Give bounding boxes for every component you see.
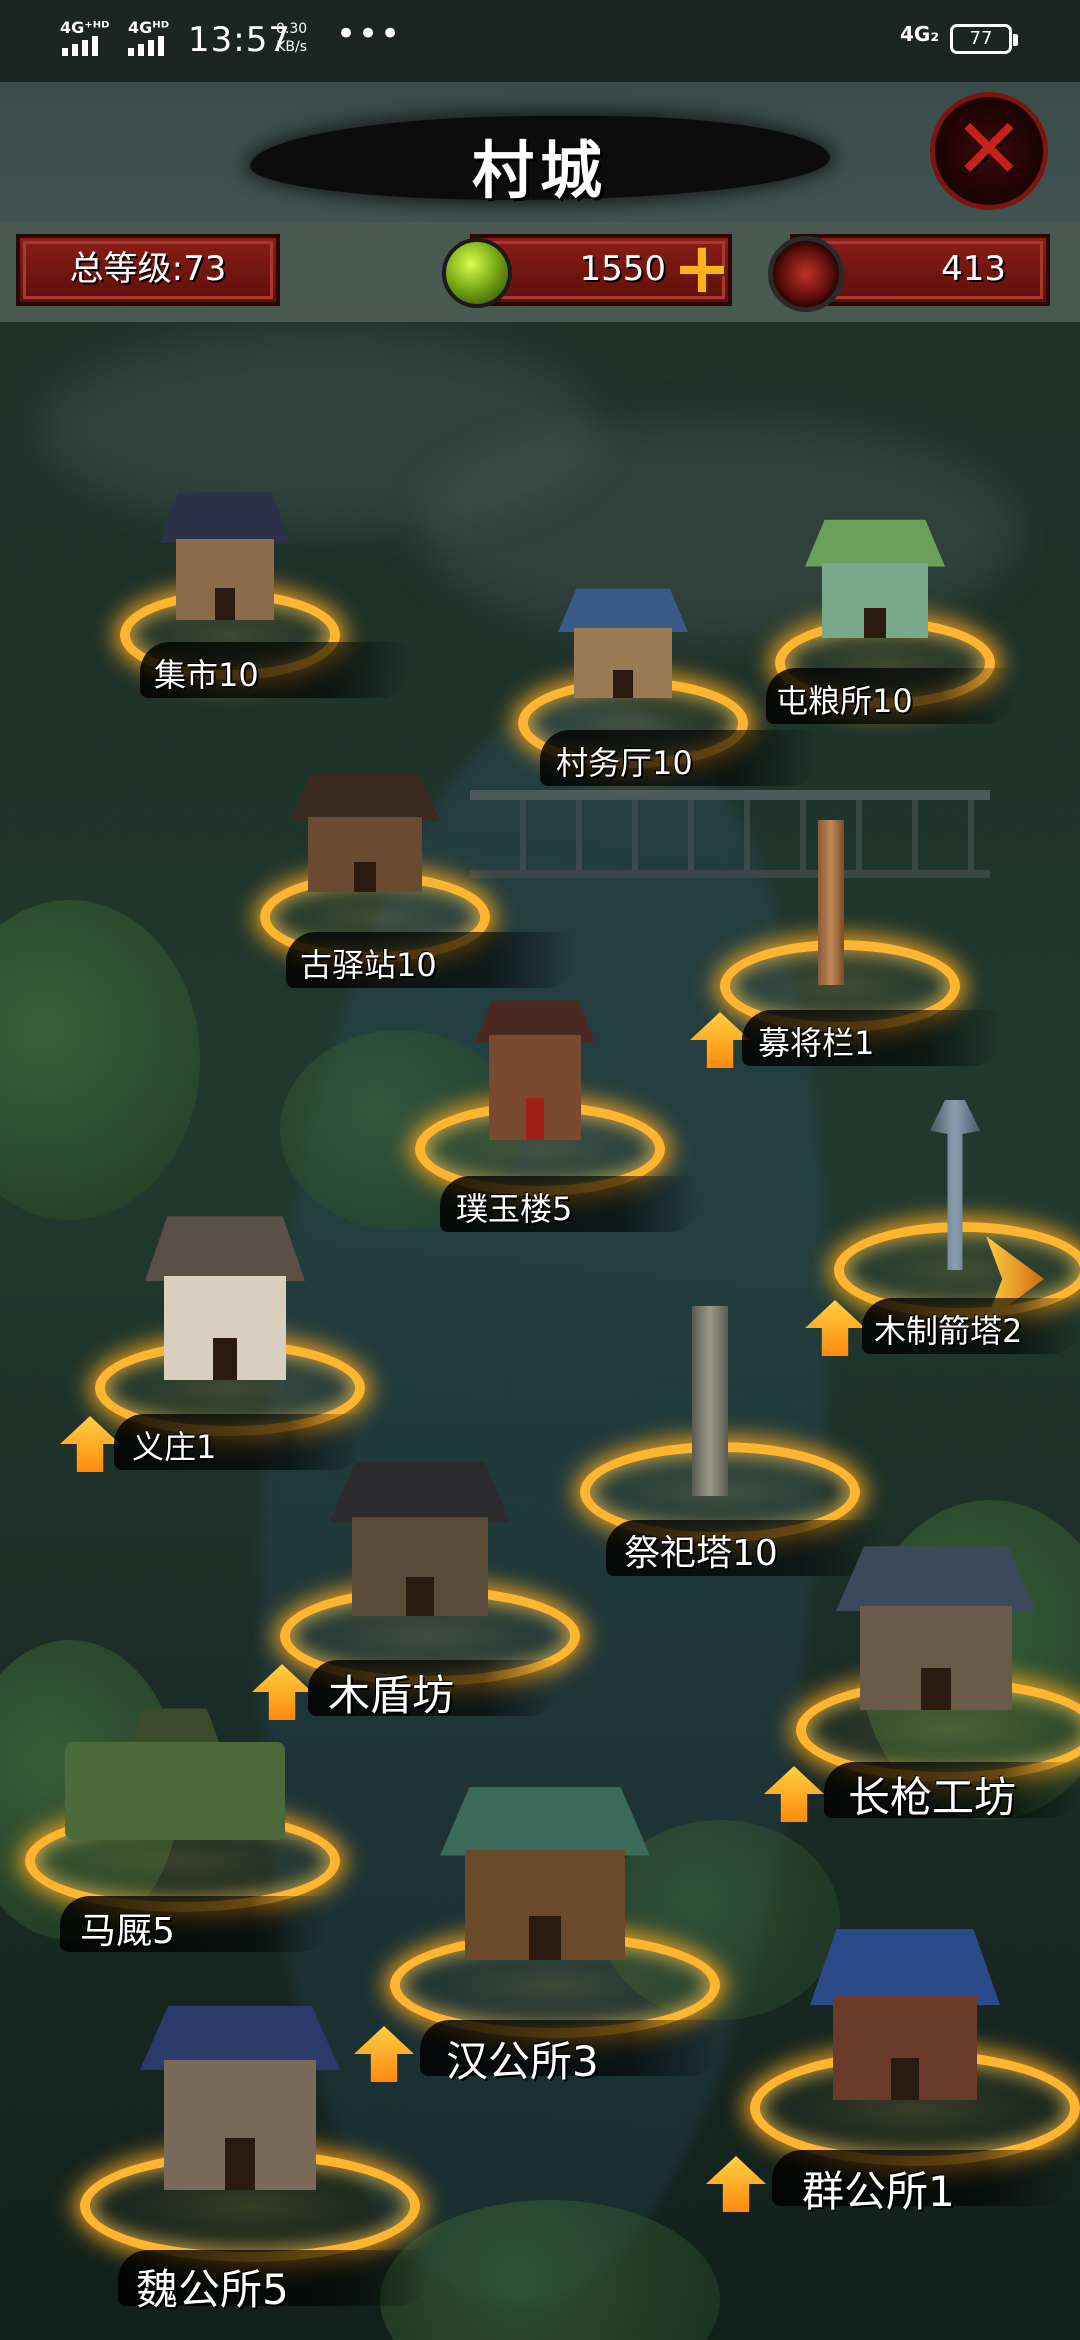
tree-cluster (0, 900, 200, 1220)
building-sacrifice-tower[interactable] (580, 1306, 860, 1542)
red-medallion-icon (768, 236, 844, 312)
resource-bar: 总等级:73 1550 + 413 (0, 222, 1080, 322)
building-wooden-arrow-tower[interactable] (834, 1100, 1080, 1318)
total-level-badge: 总等级:73 (16, 234, 280, 306)
building-label: 募将栏1 (758, 1024, 875, 1062)
building-jade-tower[interactable] (415, 990, 665, 1196)
building-label: 木制箭塔2 (874, 1312, 1023, 1350)
network-type: 4G₂ (900, 22, 940, 46)
charity-house-building-icon (145, 1200, 305, 1380)
building-label: 屯粮所10 (776, 682, 913, 720)
signal-label-2: 4Gᴴᴰ (128, 18, 170, 37)
market-building-icon (160, 480, 290, 620)
signal-bars-2-icon (128, 36, 164, 56)
village-hall-building-icon (558, 578, 688, 698)
battery-icon: 77 (950, 24, 1018, 54)
building-label: 集市10 (154, 656, 259, 694)
granary-building-icon (805, 508, 945, 638)
speed-unit: KB/s (276, 39, 307, 55)
building-stable[interactable] (25, 1680, 340, 1912)
building-label: 璞玉楼5 (456, 1190, 573, 1228)
building-label: 祭祀塔10 (624, 1533, 778, 1574)
building-wei-office[interactable] (80, 1990, 420, 2262)
building-village-hall[interactable] (518, 568, 748, 768)
building-label: 木盾坊 (328, 1671, 455, 1720)
building-label: 古驿站10 (300, 946, 437, 984)
signal-bars-1-icon (62, 36, 98, 56)
network-speed: 0.30 KB/s (276, 20, 307, 56)
building-label: 群公所1 (802, 2167, 955, 2216)
building-qun-office[interactable] (750, 1910, 1080, 2170)
close-button[interactable]: ✕ (930, 92, 1048, 210)
building-label: 村务厅10 (556, 744, 693, 782)
recruit-pillar-icon (818, 820, 844, 985)
page-title: 村城 (471, 134, 608, 207)
add-coins-button[interactable]: + (672, 233, 732, 303)
system-status-bar: 4G⁺ᴴᴰ 4Gᴴᴰ 13:57 0.30 KB/s ••• 4G₂ 77 (0, 0, 1080, 82)
shield-workshop-building-icon (330, 1446, 510, 1616)
han-office-building-icon (440, 1770, 650, 1960)
green-orb-icon (442, 238, 512, 308)
building-wooden-shield-workshop[interactable] (280, 1446, 580, 1686)
speed-value: 0.30 (276, 21, 308, 37)
qun-office-building-icon (810, 1910, 1000, 2100)
building-charity-house[interactable] (95, 1200, 365, 1436)
sacrifice-pillar-icon (692, 1306, 728, 1496)
building-granary[interactable] (775, 508, 995, 708)
building-ancient-post[interactable] (260, 762, 490, 962)
plus-icon: + (672, 227, 732, 309)
stable-building-icon (65, 1700, 285, 1840)
jade-tower-building-icon (475, 990, 595, 1140)
title-bar: 村城 ✕ (0, 82, 1080, 222)
close-x-icon: ✕ (953, 100, 1025, 198)
building-recruit-post[interactable] (720, 820, 960, 1032)
signal-label-1: 4G⁺ᴴᴰ (60, 18, 110, 37)
building-market[interactable] (120, 470, 340, 680)
battery-level: 77 (969, 28, 993, 49)
building-label: 长枪工坊 (848, 1773, 1017, 1822)
more-notifications-icon: ••• (336, 14, 403, 54)
building-spear-workshop[interactable] (796, 1530, 1080, 1782)
building-han-office[interactable] (390, 1770, 720, 2038)
wei-office-fortress-icon (140, 1990, 340, 2190)
post-station-building-icon (290, 762, 440, 892)
building-label: 魏公所5 (136, 2265, 289, 2314)
building-label: 马厩5 (80, 1911, 175, 1952)
building-label: 义庄1 (132, 1428, 217, 1466)
spear-workshop-building-icon (836, 1530, 1036, 1710)
building-label: 汉公所3 (446, 2037, 599, 2086)
